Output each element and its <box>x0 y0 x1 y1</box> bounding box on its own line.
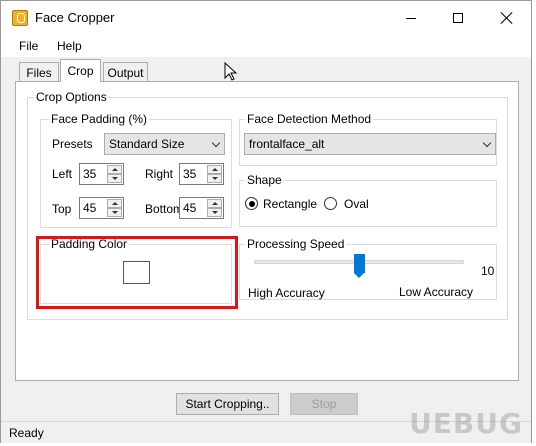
minimize-button[interactable] <box>388 1 434 35</box>
highlight-annotation <box>36 236 238 309</box>
right-padding-value: 35 <box>183 167 197 181</box>
face-detection-dropdown[interactable]: frontalface_alt <box>244 133 496 155</box>
oval-label[interactable]: Oval <box>344 197 369 211</box>
minimize-icon <box>406 17 416 19</box>
maximize-icon <box>453 13 463 23</box>
close-icon <box>501 12 513 24</box>
face-cropper-app-icon <box>12 10 28 26</box>
low-accuracy-label: Low Accuracy <box>399 285 474 299</box>
app-window: Face Cropper File Help Files Crop Output… <box>0 0 532 443</box>
chevron-down-icon <box>482 138 492 148</box>
left-padding-stepper[interactable]: 35 <box>79 163 124 185</box>
title-bar[interactable]: Face Cropper <box>1 1 531 35</box>
crop-options-title: Crop Options <box>34 90 109 104</box>
menu-file[interactable]: File <box>19 39 38 53</box>
watermark: UEBUG <box>409 407 523 440</box>
window-title: Face Cropper <box>35 10 115 25</box>
right-label: Right <box>145 167 174 181</box>
left-label: Left <box>52 167 73 181</box>
top-padding-value: 45 <box>83 201 97 215</box>
presets-value: Standard Size <box>109 137 185 151</box>
top-label: Top <box>52 202 72 216</box>
face-detection-title: Face Detection Method <box>245 112 374 126</box>
rectangle-radio[interactable] <box>245 197 258 210</box>
right-padding-stepper[interactable]: 35 <box>179 163 224 185</box>
oval-radio[interactable] <box>324 197 337 210</box>
spin-down-icon[interactable] <box>107 174 122 183</box>
start-cropping-button[interactable]: Start Cropping.. <box>176 393 279 415</box>
left-padding-value: 35 <box>83 167 97 181</box>
face-padding-title: Face Padding (%) <box>49 112 150 126</box>
tab-output[interactable]: Output <box>103 62 148 82</box>
processing-speed-value: 10 <box>481 264 495 278</box>
processing-speed-slider-thumb[interactable] <box>353 254 365 278</box>
bottom-label: Bottom <box>145 202 184 216</box>
mouse-cursor-icon <box>224 62 238 81</box>
stop-button[interactable]: Stop <box>290 393 358 415</box>
chevron-down-icon <box>211 138 221 148</box>
face-detection-value: frontalface_alt <box>249 137 325 151</box>
spin-down-icon[interactable] <box>107 208 122 217</box>
presets-label: Presets <box>52 137 93 151</box>
maximize-button[interactable] <box>435 1 481 35</box>
spin-up-icon[interactable] <box>207 165 222 174</box>
high-accuracy-label: High Accuracy <box>248 286 325 300</box>
tab-crop[interactable]: Crop <box>60 59 101 82</box>
shape-title: Shape <box>245 173 284 187</box>
tab-files[interactable]: Files <box>19 62 59 82</box>
spin-up-icon[interactable] <box>107 199 122 208</box>
rectangle-label[interactable]: Rectangle <box>263 197 317 211</box>
menu-help[interactable]: Help <box>57 39 82 53</box>
presets-dropdown[interactable]: Standard Size <box>104 133 225 155</box>
bottom-padding-value: 45 <box>183 201 197 215</box>
spin-down-icon[interactable] <box>207 174 222 183</box>
close-button[interactable] <box>484 1 530 35</box>
spin-up-icon[interactable] <box>207 199 222 208</box>
processing-speed-title: Processing Speed <box>245 237 347 251</box>
status-text: Ready <box>9 426 44 440</box>
bottom-padding-stepper[interactable]: 45 <box>179 197 224 219</box>
spin-up-icon[interactable] <box>107 165 122 174</box>
menu-bar: File Help <box>1 35 531 57</box>
spin-down-icon[interactable] <box>207 208 222 217</box>
top-padding-stepper[interactable]: 45 <box>79 197 124 219</box>
